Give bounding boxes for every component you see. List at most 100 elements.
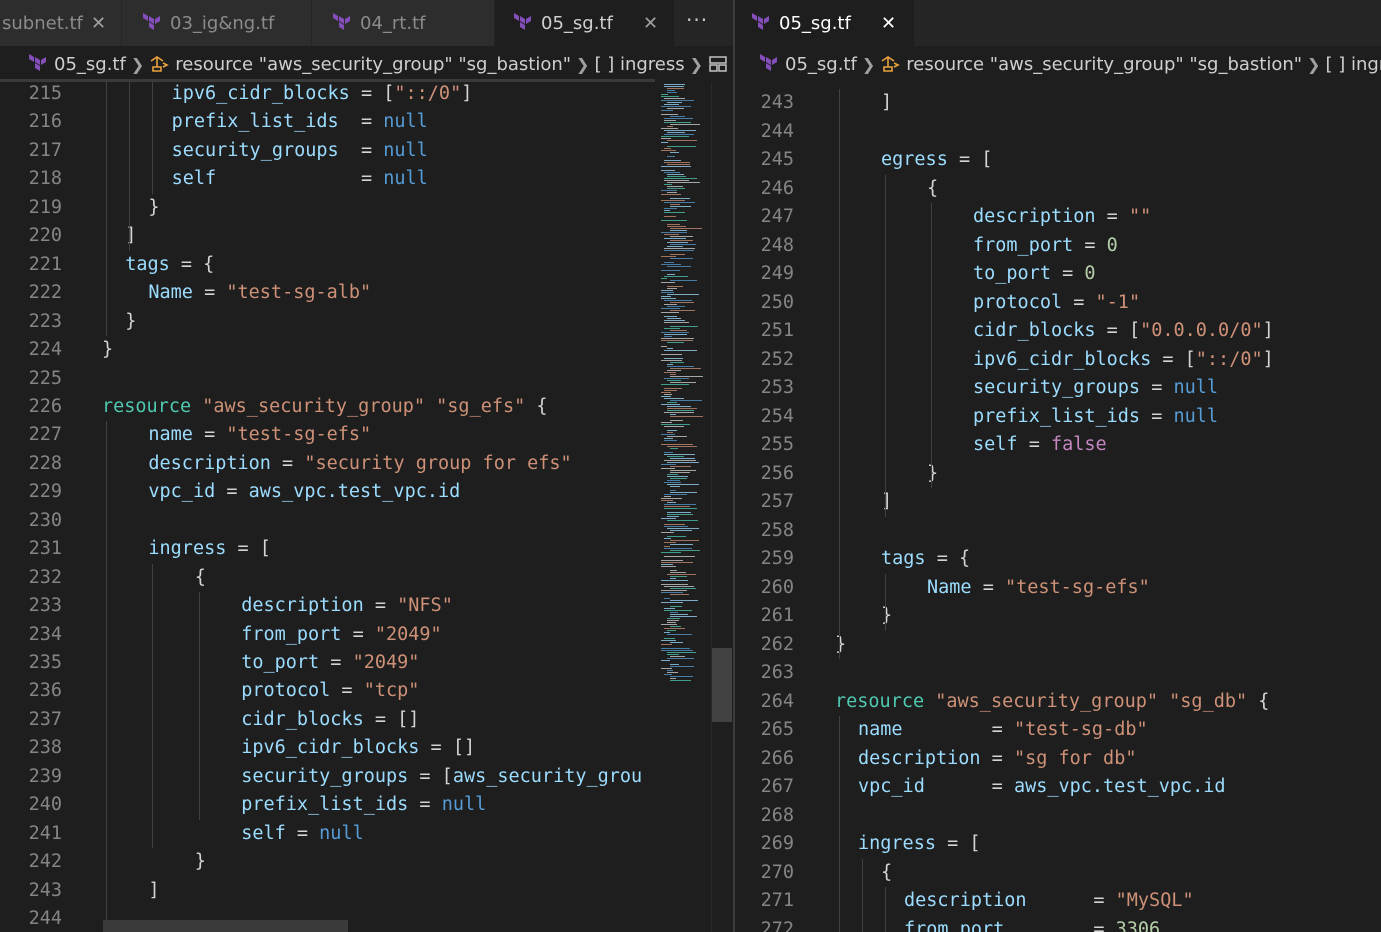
code-line[interactable]: 269 ingress = [ [735,830,1381,858]
code-line[interactable]: 245 egress = [ [735,146,1381,174]
code-token: { [194,566,206,588]
breadcrumb-file[interactable]: 05_sg.tf [54,54,126,75]
code-line[interactable]: 238 ipv6_cidr_blocks = [] [0,734,655,762]
code-token: cidr_blocks [241,708,364,730]
breadcrumb-block[interactable]: [ ] ingres [1325,54,1381,75]
code-token: null [441,794,487,816]
code-line[interactable]: 267 vpc_id = aws_vpc.test_vpc.id [735,773,1381,801]
code-line[interactable]: 258 [735,517,1381,545]
minimap-line [667,306,685,307]
code-line[interactable]: 271 description = "MySQL" [735,887,1381,915]
code-line[interactable]: 243] [0,877,655,905]
code-line[interactable]: 225 [0,365,655,393]
code-line[interactable]: 268 [735,802,1381,830]
code-line[interactable]: 262} [735,631,1381,659]
minimap-line [667,520,698,521]
code-line[interactable]: 236 protocol = "tcp" [0,677,655,705]
minimap-line [670,280,697,281]
code-line[interactable]: 226 resource "aws_security_group" "sg_efs… [0,393,655,421]
code-line[interactable]: 243] [735,89,1381,117]
code-line[interactable]: 215 ipv6_cidr_blocks = ["::/0"] [0,82,655,108]
code-line[interactable]: 252 ipv6_cidr_blocks = ["::/0"] [735,346,1381,374]
tab-05-sg-right[interactable]: 05_sg.tf ✕ [735,0,915,46]
code-line[interactable]: 259 tags = { [735,545,1381,573]
code-line[interactable]: 251 cidr_blocks = ["0.0.0.0/0"] [735,317,1381,345]
code-line[interactable]: 256} [735,460,1381,488]
line-number: 222 [28,282,62,304]
code-line[interactable]: 241 self = null [0,820,655,848]
code-line[interactable]: 217 security_groups = null [0,137,655,165]
code-line[interactable]: 250 protocol = "-1" [735,289,1381,317]
close-icon[interactable]: ✕ [643,13,658,34]
minimap-line [667,366,694,367]
code-line[interactable]: 220] [0,222,655,250]
breadcrumb-file[interactable]: 05_sg.tf [785,54,857,75]
code-line[interactable]: 253 security_groups = null [735,374,1381,402]
code-token: description [858,747,981,769]
vertical-scrollbar[interactable] [711,82,733,932]
minimap-line [664,98,685,99]
code-line[interactable]: 247 description = "" [735,203,1381,231]
minimap-line [661,100,694,101]
tab-05-sg[interactable]: 05_sg.tf ✕ [495,0,675,46]
code-line[interactable]: 218 self = null [0,165,655,193]
code-line[interactable]: 254 prefix_list_ids = null [735,403,1381,431]
code-line[interactable]: 263 [735,659,1381,687]
breadcrumb-block[interactable]: [ ] ingress [594,54,684,75]
code-line[interactable]: 242} [0,848,655,876]
code-line[interactable]: 231 ingress = [ [0,535,655,563]
tab-subnet[interactable]: subnet.tf ✕ [0,0,122,46]
code-line[interactable]: 219} [0,194,655,222]
code-line[interactable]: 257] [735,488,1381,516]
code-editor-left[interactable]: 215 ipv6_cidr_blocks = ["::/0"] 216 prefix_… [0,82,733,932]
minimap-line [664,542,676,543]
code-token: "::/0" [1195,348,1263,370]
code-line[interactable]: 233 description = "NFS" [0,592,655,620]
code-line[interactable]: 270 { [735,859,1381,887]
scrollbar-thumb[interactable] [712,648,732,722]
code-line[interactable]: 264 resource "aws_security_group" "sg_db"… [735,688,1381,716]
code-token: = [341,623,375,645]
code-line[interactable]: 223} [0,308,655,336]
code-line[interactable]: 216 prefix_list_ids = null [0,108,655,136]
code-line[interactable]: 249 to_port = 0 [735,260,1381,288]
code-line[interactable]: 246 { [735,175,1381,203]
code-line[interactable]: 237 cidr_blocks = [] [0,706,655,734]
breadcrumb-resource[interactable]: resource "aws_security_group" "sg_bastio… [906,54,1302,75]
code-line[interactable]: 221 tags = { [0,251,655,279]
code-line[interactable]: 230 [0,507,655,535]
code-line[interactable]: 240 prefix_list_ids = null [0,791,655,819]
tab-03-ig-ng[interactable]: 03_ig&ng.tf [122,0,312,46]
code-line[interactable]: 248 from_port = 0 [735,232,1381,260]
indent-guide [862,858,863,932]
code-line[interactable]: 227 name = "test-sg-efs" [0,421,655,449]
code-line[interactable]: 235 to_port = "2049" [0,649,655,677]
close-icon[interactable]: ✕ [881,13,896,34]
horizontal-scrollbar-thumb[interactable] [103,920,348,932]
code-line[interactable]: 224} [0,336,655,364]
code-line[interactable]: 222 Name = "test-sg-alb" [0,279,655,307]
code-line[interactable]: 228 description = "security group for efs… [0,450,655,478]
minimap[interactable] [655,82,711,932]
minimap-line [667,672,678,673]
close-icon[interactable]: ✕ [91,13,106,34]
minimap-line [661,290,673,291]
tab-04-rt[interactable]: 04_rt.tf [312,0,495,46]
code-line[interactable]: 255 self = false [735,431,1381,459]
code-line[interactable]: 234 from_port = "2049" [0,621,655,649]
more-actions-icon[interactable]: ··· [686,8,708,32]
breadcrumb-resource[interactable]: resource "aws_security_group" "sg_bastio… [175,54,571,75]
code-line[interactable]: 232 { [0,564,655,592]
code-line[interactable]: 272 from_port = 3306 [735,916,1381,932]
code-line[interactable]: 260 Name = "test-sg-efs" [735,574,1381,602]
minimap-line [670,240,693,241]
code-line[interactable]: 239 security_groups = [aws_security_grou [0,763,655,791]
code-line[interactable]: 265 name = "test-sg-db" [735,716,1381,744]
code-line[interactable]: 266 description = "sg for db" [735,745,1381,773]
code-line[interactable]: 244 [735,118,1381,146]
code-token: false [1050,434,1107,455]
code-line[interactable]: 229 vpc_id = aws_vpc.test_vpc.id [0,478,655,506]
code-line[interactable]: 261} [735,602,1381,630]
code-editor-right[interactable]: 243] 244 245 egress = [246 {247 description =… [735,82,1381,932]
